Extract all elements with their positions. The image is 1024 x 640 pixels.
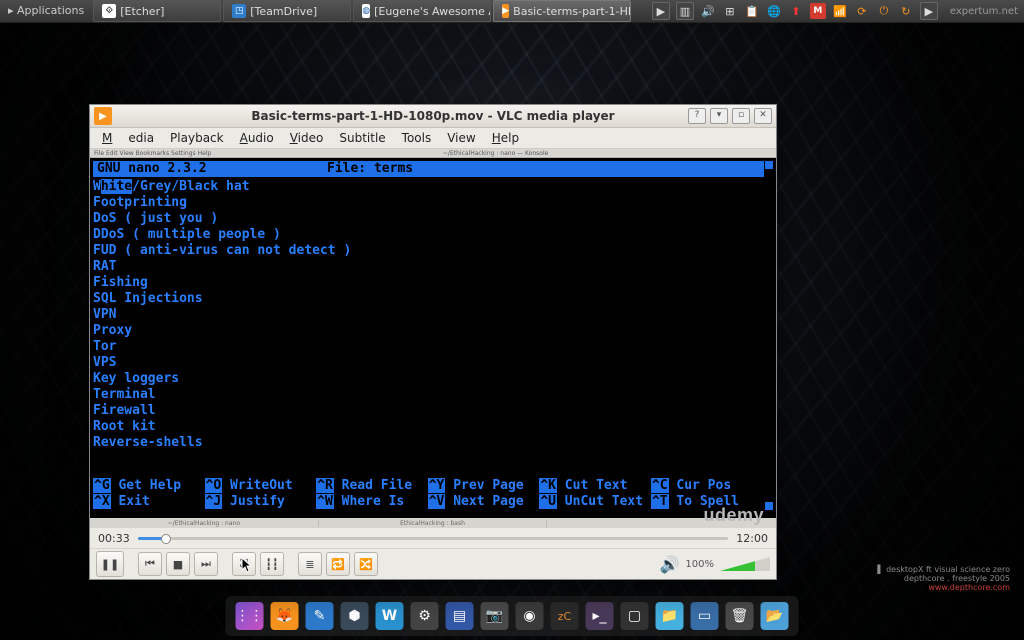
teamdrive-icon: ◳ [232,4,246,18]
tray-media-icon[interactable]: ▶ [920,2,938,20]
tray-mail-icon[interactable]: M [810,3,826,19]
vlc-stop-button[interactable]: ■ [166,552,190,576]
dock-zc-icon[interactable]: zC [551,602,579,630]
scrollbar-up-icon [765,161,773,169]
vlc-fullscreen-button[interactable]: ⛶ [232,552,256,576]
nano-body: White/Grey/Black hat Footprinting DoS ( … [93,177,764,451]
tray-bluetooth-icon[interactable]: ⟳ [854,3,870,19]
window-maximize-button[interactable]: ▫ [732,108,750,124]
window-close-button[interactable]: ✕ [754,108,772,124]
vlc-title-text: Basic-terms-part-1-HD-1080p.mov - VLC me… [90,109,776,123]
vlc-shuffle-button[interactable]: 🔀 [354,552,378,576]
dock-hex-icon[interactable]: ⬢ [341,602,369,630]
etcher-icon: ⟐ [102,4,116,18]
vlc-video-area[interactable]: File Edit View Bookmarks Settings Help ~… [90,149,776,528]
dock: ⋮⋮ 🦊 ✎ ⬢ W ⚙ ▤ 📷 ◉ zC ▸_ ▢ 📁 ▭ 🗑 📂 [226,596,799,636]
vlc-cone-icon: ▶ [94,107,112,125]
menu-video[interactable]: Video [282,129,332,147]
menu-audio[interactable]: Audio [232,129,282,147]
vlc-pause-button[interactable]: ❚❚ [96,551,124,577]
nano-file-label: File: terms [327,161,413,177]
dock-terminal2-icon[interactable]: ▢ [621,602,649,630]
tray-grid-icon[interactable]: ⊞ [722,3,738,19]
tray-volume-icon[interactable]: 🔊 [700,3,716,19]
menu-view[interactable]: View [439,129,483,147]
session-label: expertum.net [944,6,1024,17]
menu-media[interactable]: Media [94,129,162,147]
window-help-button[interactable]: ? [688,108,706,124]
dock-files-icon[interactable]: 📁 [656,602,684,630]
vlc-playlist-button[interactable]: ≣ [298,552,322,576]
nano-version: GNU nano 2.3.2 [97,161,327,177]
wallpaper-credit: ▌ desktopX ft visual science zero depthc… [877,565,1010,592]
vlc-speaker-icon[interactable]: 🔊 [659,555,679,574]
video-nano-terminal: GNU nano 2.3.2 File: terms White/Grey/Bl… [93,161,764,510]
system-tray: ▶ ▥ 🔊 ⊞ 📋 🌐 ⬆ M 📶 ⟳ ⏻ ↻ ▶ [646,2,944,20]
tray-updates-icon[interactable]: ⬆ [788,3,804,19]
vlc-time-row: 00:33 12:00 [90,528,776,548]
vlc-time-total[interactable]: 12:00 [736,532,768,545]
nano-titlebar: GNU nano 2.3.2 File: terms [93,161,764,177]
udemy-watermark: udemy [703,505,764,526]
vlc-window: ▶ Basic-terms-part-1-HD-1080p.mov - VLC … [89,104,777,580]
menu-help[interactable]: Help [484,129,527,147]
scrollbar-down-icon [765,502,773,510]
video-konsole-titlebar: File Edit View Bookmarks Settings Help ~… [90,149,776,158]
vlc-controls-row: ❚❚ ⏮ ■ ⏭ ⛶ ┇┇ ≣ 🔁 🔀 🔊 100% [90,548,776,579]
tray-network-icon[interactable]: 📶 [832,3,848,19]
applications-menu[interactable]: ▸ Applications [0,0,92,22]
dock-w-icon[interactable]: W [376,602,404,630]
dock-settings-icon[interactable]: ⚙ [411,602,439,630]
video-konsole-taskbar: ~/EthicalHacking : nano EthicalHacking :… [90,518,776,528]
dock-tray-icon[interactable]: ▭ [691,602,719,630]
tray-clipboard-icon[interactable]: 📋 [744,3,760,19]
vlc-prev-button[interactable]: ⏮ [138,552,162,576]
video-terminal-scrollbar [765,161,773,510]
tray-sync-icon[interactable]: ↻ [898,3,914,19]
dock-firefox-icon[interactable]: 🦊 [271,602,299,630]
dock-terminal-icon[interactable]: ▸_ [586,602,614,630]
dock-notes-icon[interactable]: ✎ [306,602,334,630]
taskbar-item-etcher[interactable]: ⟐[Etcher] [93,0,221,22]
dock-book-icon[interactable]: ▤ [446,602,474,630]
tray-power-icon[interactable]: ⏻ [876,3,892,19]
vlc-volume-percent: 100% [685,559,714,570]
dock-disc-icon[interactable]: ◉ [516,602,544,630]
vlc-loop-button[interactable]: 🔁 [326,552,350,576]
vlc-volume-control[interactable]: 🔊 100% [659,555,770,574]
dock-apps-icon[interactable]: ⋮⋮ [236,602,264,630]
top-panel: ▸ Applications ⟐[Etcher] ◳[TeamDrive] ◍[… [0,0,1024,23]
dock-folder-icon[interactable]: 📂 [761,602,789,630]
menu-playback[interactable]: Playback [162,129,232,147]
tray-vlc-icon[interactable]: ▶ [652,2,670,20]
dock-trash-icon[interactable]: 🗑 [726,602,754,630]
vlc-ext-settings-button[interactable]: ┇┇ [260,552,284,576]
taskbar-item-vlc[interactable]: ▶Basic-terms-part-1-HD... [493,0,631,22]
vlc-seek-bar[interactable] [138,533,729,543]
nano-help-bar: ^G Get Help ^O WriteOut ^R Read File ^Y … [93,478,764,510]
vlc-next-button[interactable]: ⏭ [194,552,218,576]
vlc-volume-slider[interactable] [720,557,770,571]
globe-icon: ◍ [362,4,370,18]
tray-globe-icon[interactable]: 🌐 [766,3,782,19]
vlc-time-elapsed[interactable]: 00:33 [98,532,130,545]
menu-subtitle[interactable]: Subtitle [331,129,393,147]
menu-tools[interactable]: Tools [394,129,440,147]
vlc-titlebar[interactable]: ▶ Basic-terms-part-1-HD-1080p.mov - VLC … [90,105,776,128]
vlc-menubar: Media Playback Audio Video Subtitle Tool… [90,128,776,149]
window-minimize-button[interactable]: ▾ [710,108,728,124]
vlc-icon: ▶ [502,4,509,18]
tray-pager-icon[interactable]: ▥ [676,2,694,20]
dock-camera-icon[interactable]: 📷 [481,602,509,630]
taskbar-item-eugene[interactable]: ◍[Eugene's Awesome A... [353,0,491,22]
taskbar-item-teamdrive[interactable]: ◳[TeamDrive] [223,0,351,22]
